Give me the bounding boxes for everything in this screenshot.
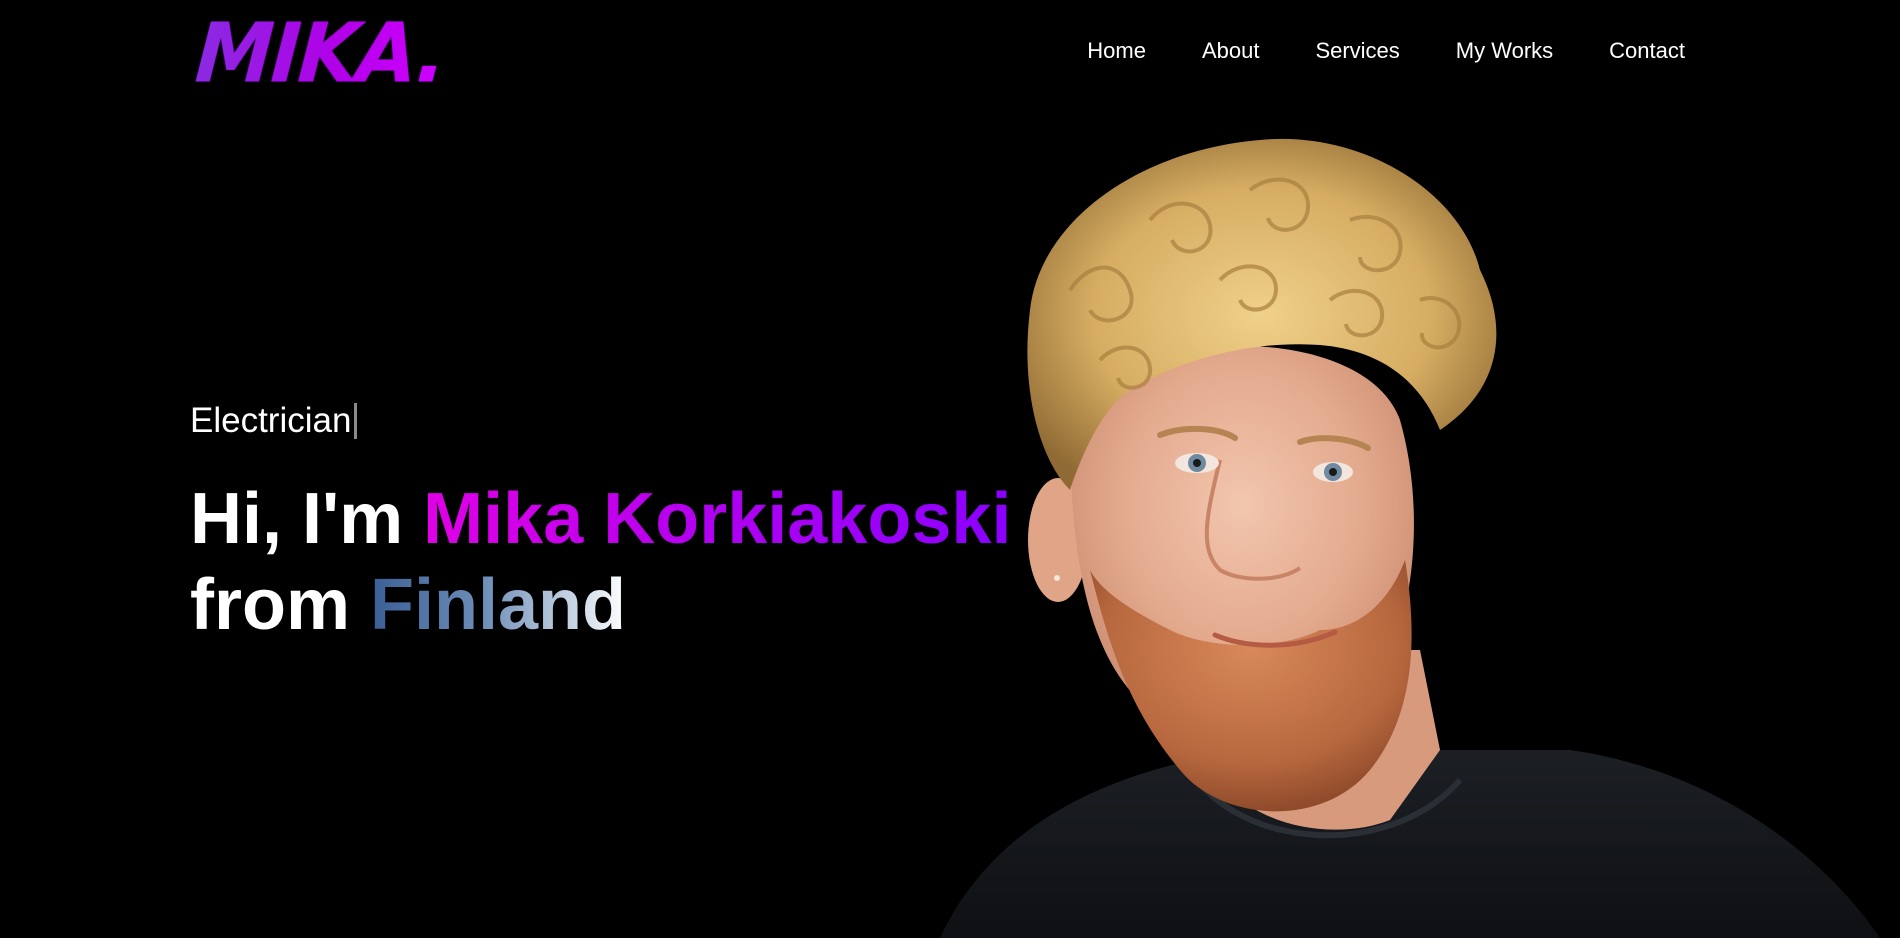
main-nav: Home About Services My Works Contact	[1087, 38, 1685, 64]
typing-cursor	[354, 403, 358, 439]
role-text: Electrician	[190, 401, 352, 440]
page: MIKA. Home About Services My Works Conta…	[0, 0, 1900, 938]
nav-my-works[interactable]: My Works	[1456, 38, 1553, 64]
from-text: from	[190, 565, 350, 645]
logo[interactable]: MIKA.	[192, 6, 448, 102]
greeting-text: Hi, I'm	[190, 479, 404, 559]
nav-contact[interactable]: Contact	[1609, 38, 1685, 64]
nav-services[interactable]: Services	[1315, 38, 1399, 64]
nav-about[interactable]: About	[1202, 38, 1260, 64]
nav-home[interactable]: Home	[1087, 38, 1146, 64]
portrait-image	[940, 138, 1880, 938]
hero-country: Finland	[370, 565, 626, 645]
logo-text: MIKA.	[192, 6, 448, 102]
